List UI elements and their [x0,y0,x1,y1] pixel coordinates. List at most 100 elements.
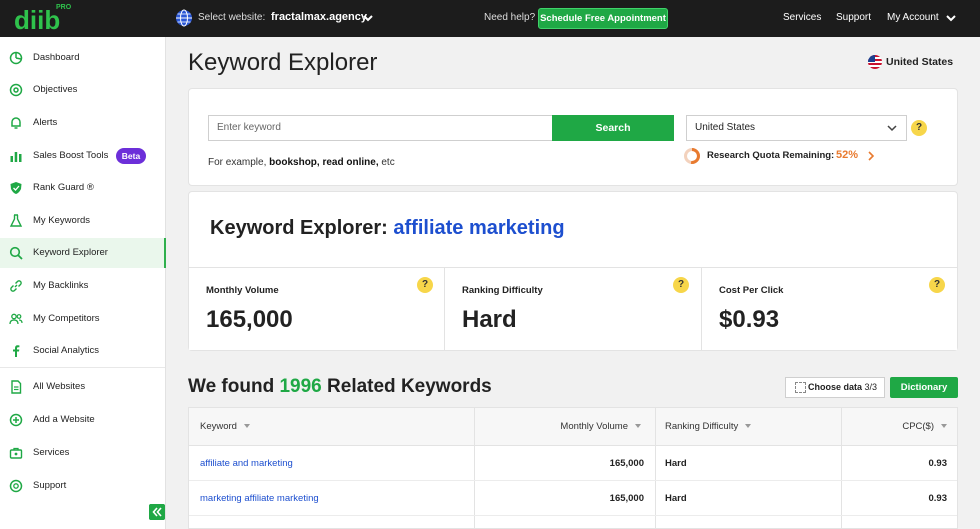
keywords-table: Keyword Monthly Volume Ranking Difficult… [188,407,958,529]
sidebar-item-dashboard[interactable]: Dashboard [0,43,166,73]
sidebar-item-label: Services [33,447,70,458]
sidebar-item-label: All Websites [33,381,86,392]
metric-cost-per-click: Cost Per Click $0.93 ? [702,268,957,350]
page-title: Keyword Explorer [188,49,378,76]
nav-support[interactable]: Support [836,12,871,23]
column-header-monthly-volume[interactable]: Monthly Volume [474,408,655,446]
sidebar-item-label: Sales Boost Tools [33,150,109,161]
sidebar-item-label: Rank Guard ® [33,182,94,193]
volume-cell: 165,000 [609,458,644,469]
help-icon[interactable]: ? [417,277,433,293]
flask-icon [9,214,23,227]
dictionary-button[interactable]: Dictionary [890,377,958,398]
difficulty-cell: Hard [665,458,687,469]
briefcase-icon [9,447,23,459]
target-icon [9,83,23,97]
sidebar-item-sales-boost-tools[interactable]: Sales Boost Tools Beta [0,141,166,171]
plus-circle-icon [9,413,23,427]
cpc-cell: 0.93 [928,493,948,504]
sidebar-item-label: My Keywords [33,215,91,226]
website-selector[interactable]: fractalmax.agency [271,11,367,23]
help-icon[interactable]: ? [673,277,689,293]
metric-ranking-difficulty: Ranking Difficulty Hard ? [445,268,701,350]
sidebar-divider [0,367,165,368]
column-header-cpc[interactable]: CPC($) [841,408,957,446]
chevron-down-icon[interactable] [362,12,374,24]
metric-value: Hard [462,306,517,333]
sidebar: Dashboard Objectives Alerts Sales Boost … [0,37,166,529]
bar-chart-icon [10,152,22,162]
sidebar-item-services[interactable]: Services [0,438,166,468]
difficulty-cell: Hard [665,493,687,504]
keyword-link[interactable]: marketing affiliate marketing [200,481,319,516]
sidebar-item-label: My Competitors [33,313,100,324]
select-website-label: Select website: [198,12,266,23]
sidebar-item-rank-guard[interactable]: Rank Guard ® [0,173,166,203]
country-label[interactable]: United States [886,56,953,68]
column-header-ranking-difficulty[interactable]: Ranking Difficulty [655,408,841,446]
column-header-keyword[interactable]: Keyword [189,408,474,446]
metric-label: Cost Per Click [719,285,784,296]
users-icon [9,313,23,325]
sort-arrow-icon [243,424,250,429]
nav-my-account[interactable]: My Account [887,12,939,23]
shield-icon [10,182,22,194]
keyword-input[interactable]: Enter keyword [208,115,552,141]
metric-value: 165,000 [206,306,293,333]
volume-cell: 165,000 [609,493,644,504]
globe-icon [176,9,192,27]
cpc-cell: 0.93 [928,458,948,469]
country-select[interactable]: United States [686,115,907,141]
sidebar-item-label: Social Analytics [33,345,100,356]
schedule-appointment-button[interactable]: Schedule Free Appointment [538,8,668,29]
document-icon [11,380,22,394]
sidebar-item-my-keywords[interactable]: My Keywords [0,206,166,236]
metric-monthly-volume: Monthly Volume 165,000 ? [189,268,444,350]
facebook-icon [13,345,20,357]
pro-badge: PRO [56,4,72,11]
table-row: marketing affiliate marketing 165,000 Ha… [189,481,957,516]
help-icon[interactable]: ? [929,277,945,293]
us-flag-icon [868,55,882,69]
sidebar-item-label: Support [33,480,67,491]
sidebar-item-label: Objectives [33,84,78,95]
sidebar-item-support[interactable]: Support [0,471,166,501]
table-row: affiliate and marketing 165,000 Hard 0.9… [189,446,957,481]
keyword-link[interactable]: affiliate and marketing [200,446,293,481]
search-button[interactable]: Search [552,115,674,141]
sidebar-item-add-a-website[interactable]: Add a Website [0,405,166,435]
metric-label: Ranking Difficulty [462,285,543,296]
sidebar-item-label: Dashboard [33,52,80,63]
sort-arrow-icon [745,424,752,429]
metric-value: $0.93 [719,306,780,333]
sidebar-item-alerts[interactable]: Alerts [0,108,166,138]
sidebar-item-keyword-explorer[interactable]: Keyword Explorer [0,238,166,268]
search-icon [9,246,23,260]
sidebar-item-my-backlinks[interactable]: My Backlinks [0,271,166,301]
collapse-sidebar-icon[interactable] [149,504,165,520]
quota-value: 52% [836,149,859,161]
quota-ring-icon [684,148,700,164]
chevron-right-icon[interactable] [866,150,876,162]
columns-icon [795,382,806,393]
example-text: For example, bookshop, read online, etc [208,157,395,168]
need-help-label: Need help? [484,12,536,23]
quota-label: Research Quota Remaining: [707,150,835,161]
sidebar-item-my-competitors[interactable]: My Competitors [0,304,166,334]
sort-arrow-icon [635,424,641,429]
metric-label: Monthly Volume [206,285,279,296]
nav-services[interactable]: Services [783,12,821,23]
link-icon [10,280,22,292]
sidebar-item-all-websites[interactable]: All Websites [0,372,166,402]
dashboard-icon [9,51,23,65]
sidebar-item-objectives[interactable]: Objectives [0,75,166,105]
svg-text:diib: diib [14,5,60,34]
sidebar-item-label: My Backlinks [33,280,89,291]
top-bar: diib PRO Select website: fractalmax.agen… [0,0,980,37]
chevron-down-icon[interactable] [945,12,957,24]
help-icon[interactable]: ? [911,120,927,136]
sort-arrow-icon [941,424,947,429]
sidebar-item-social-analytics[interactable]: Social Analytics [0,336,166,366]
lifebuoy-icon [9,479,23,493]
chevron-down-icon[interactable] [886,122,898,134]
